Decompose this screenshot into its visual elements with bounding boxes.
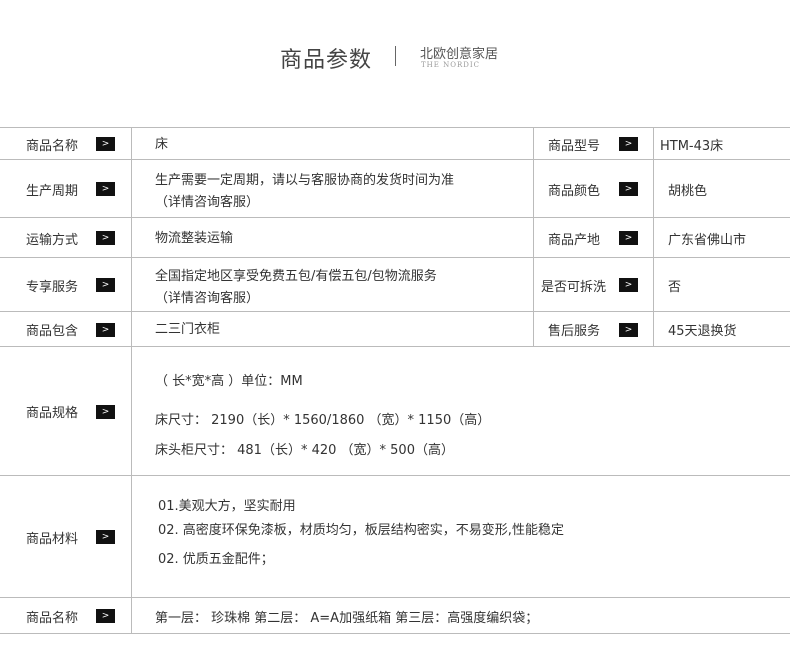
row-label-cell: 商品规格 > — [0, 347, 131, 476]
page-header: 商品参数 北欧创意家居 THE NORDIC — [0, 40, 790, 80]
material-line: 02. 高密度环保免漆板，材质均匀，板层结构密实，不易变形,性能稳定 — [158, 523, 564, 538]
material-line: 02. 优质五金配件； — [158, 552, 274, 567]
row-value-cell: 床 — [132, 128, 532, 160]
arrow-right-icon: > — [96, 278, 115, 292]
row-value-line: 生产需要一定周期，请以与客服协商的发货时间为准 — [155, 173, 455, 188]
spec-line: 床头柜尺寸： 481（长）* 420 （宽）* 500（高） — [155, 443, 454, 458]
row-value2-cell: 否 — [654, 258, 790, 312]
spec-row: 商品规格 > （ 长*宽*高 ）单位：MM 床尺寸： 2190（长）* 1560… — [0, 346, 790, 476]
arrow-right-icon: > — [619, 182, 638, 196]
row-value-cell: 全国指定地区享受免费五包/有偿五包/包物流服务 （详情咨询客服） — [132, 258, 532, 312]
material-line: 01.美观大方，坚实耐用 — [158, 499, 296, 514]
row-label-cell: 商品名称 > — [0, 128, 131, 160]
arrow-right-icon: > — [96, 404, 115, 419]
row-label-cell: 商品包含 > — [0, 312, 131, 347]
table-row: 商品包含 > 二三门衣柜 售后服务 > 45天退换货 — [0, 311, 790, 347]
row-value2: 否 — [668, 279, 682, 295]
spec-line: 床尺寸： 2190（长）* 1560/1860 （宽）* 1150（高） — [155, 413, 491, 428]
table-row: 生产周期 > 生产需要一定周期，请以与客服协商的发货时间为准 （详情咨询客服） … — [0, 159, 790, 218]
arrow-right-icon: > — [619, 322, 638, 337]
row-value: 床 — [155, 136, 169, 152]
row-label2-cell: 是否可拆洗 > — [533, 258, 653, 312]
spec-value-cell: （ 长*宽*高 ）单位：MM 床尺寸： 2190（长）* 1560/1860 （… — [132, 347, 790, 476]
row-value2: HTM-43床 — [660, 138, 724, 154]
row-label: 商品材料 — [26, 531, 79, 547]
arrow-right-icon: > — [619, 137, 638, 151]
row-value: 二三门衣柜 — [155, 322, 221, 337]
table-row: 商品名称 > 床 商品型号 > HTM-43床 — [0, 127, 790, 160]
row-label2-cell: 商品型号 > — [533, 128, 653, 160]
row-label2: 是否可拆洗 — [541, 279, 607, 295]
brand-subtitle-en: THE NORDIC — [421, 61, 480, 69]
spec-line: （ 长*宽*高 ）单位：MM — [155, 374, 303, 389]
row-value2: 广东省佛山市 — [668, 232, 747, 248]
material-value-cell: 01.美观大方，坚实耐用 02. 高密度环保免漆板，材质均匀，板层结构密实，不易… — [132, 476, 790, 598]
page-title: 商品参数 — [280, 48, 373, 73]
arrow-right-icon: > — [96, 231, 115, 245]
row-value2-cell: 胡桃色 — [654, 160, 790, 218]
arrow-right-icon: > — [619, 278, 638, 292]
packaging-value-cell: 第一层： 珍珠棉 第二层： A=A加强纸箱 第三层：高强度编织袋； — [132, 598, 790, 634]
packaging-row: 商品名称 > 第一层： 珍珠棉 第二层： A=A加强纸箱 第三层：高强度编织袋； — [0, 597, 790, 634]
row-label2-cell: 售后服务 > — [533, 312, 653, 347]
table-bottom-border — [0, 633, 790, 634]
row-value2: 45天退换货 — [668, 324, 737, 339]
row-value2-cell: HTM-43床 — [654, 128, 790, 160]
row-value-line: 全国指定地区享受免费五包/有偿五包/包物流服务 — [155, 269, 437, 284]
title-divider — [395, 46, 396, 66]
row-value2: 胡桃色 — [668, 183, 708, 199]
table-row: 专享服务 > 全国指定地区享受免费五包/有偿五包/包物流服务 （详情咨询客服） … — [0, 257, 790, 312]
row-label: 商品名称 — [26, 138, 79, 154]
row-value-line: （详情咨询客服） — [155, 291, 260, 306]
row-value-cell: 二三门衣柜 — [132, 312, 532, 347]
row-label2: 商品产地 — [548, 232, 601, 248]
row-label-cell: 生产周期 > — [0, 160, 131, 218]
arrow-right-icon: > — [619, 231, 638, 245]
row-label2: 售后服务 — [548, 324, 601, 339]
arrow-right-icon: > — [96, 182, 115, 196]
material-row: 商品材料 > 01.美观大方，坚实耐用 02. 高密度环保免漆板，材质均匀，板层… — [0, 475, 790, 598]
row-label2: 商品颜色 — [548, 183, 601, 199]
row-label-cell: 商品名称 > — [0, 598, 131, 634]
row-label-cell: 运输方式 > — [0, 218, 131, 258]
table-row: 运输方式 > 物流整装运输 商品产地 > 广东省佛山市 — [0, 217, 790, 258]
arrow-right-icon: > — [96, 137, 115, 151]
row-value2-cell: 广东省佛山市 — [654, 218, 790, 258]
row-label-cell: 专享服务 > — [0, 258, 131, 312]
row-value2-cell: 45天退换货 — [654, 312, 790, 347]
row-value-cell: 物流整装运输 — [132, 218, 532, 258]
arrow-right-icon: > — [96, 322, 115, 337]
row-value-cell: 生产需要一定周期，请以与客服协商的发货时间为准 （详情咨询客服） — [132, 160, 532, 218]
row-value-line: （详情咨询客服） — [155, 195, 260, 210]
arrow-right-icon: > — [96, 609, 115, 623]
row-label2-cell: 商品颜色 > — [533, 160, 653, 218]
brand-subtitle: 北欧创意家居 — [420, 47, 499, 62]
row-label: 运输方式 — [26, 232, 79, 248]
row-label2: 商品型号 — [548, 138, 601, 154]
row-value: 物流整装运输 — [155, 230, 234, 246]
row-label: 专享服务 — [26, 279, 79, 295]
packaging-value: 第一层： 珍珠棉 第二层： A=A加强纸箱 第三层：高强度编织袋； — [155, 610, 539, 626]
row-label2-cell: 商品产地 > — [533, 218, 653, 258]
row-label: 商品包含 — [26, 324, 79, 339]
arrow-right-icon: > — [96, 530, 115, 544]
row-label: 生产周期 — [26, 183, 79, 199]
row-label: 商品规格 — [26, 406, 79, 421]
row-label: 商品名称 — [26, 610, 79, 626]
row-label-cell: 商品材料 > — [0, 476, 131, 598]
